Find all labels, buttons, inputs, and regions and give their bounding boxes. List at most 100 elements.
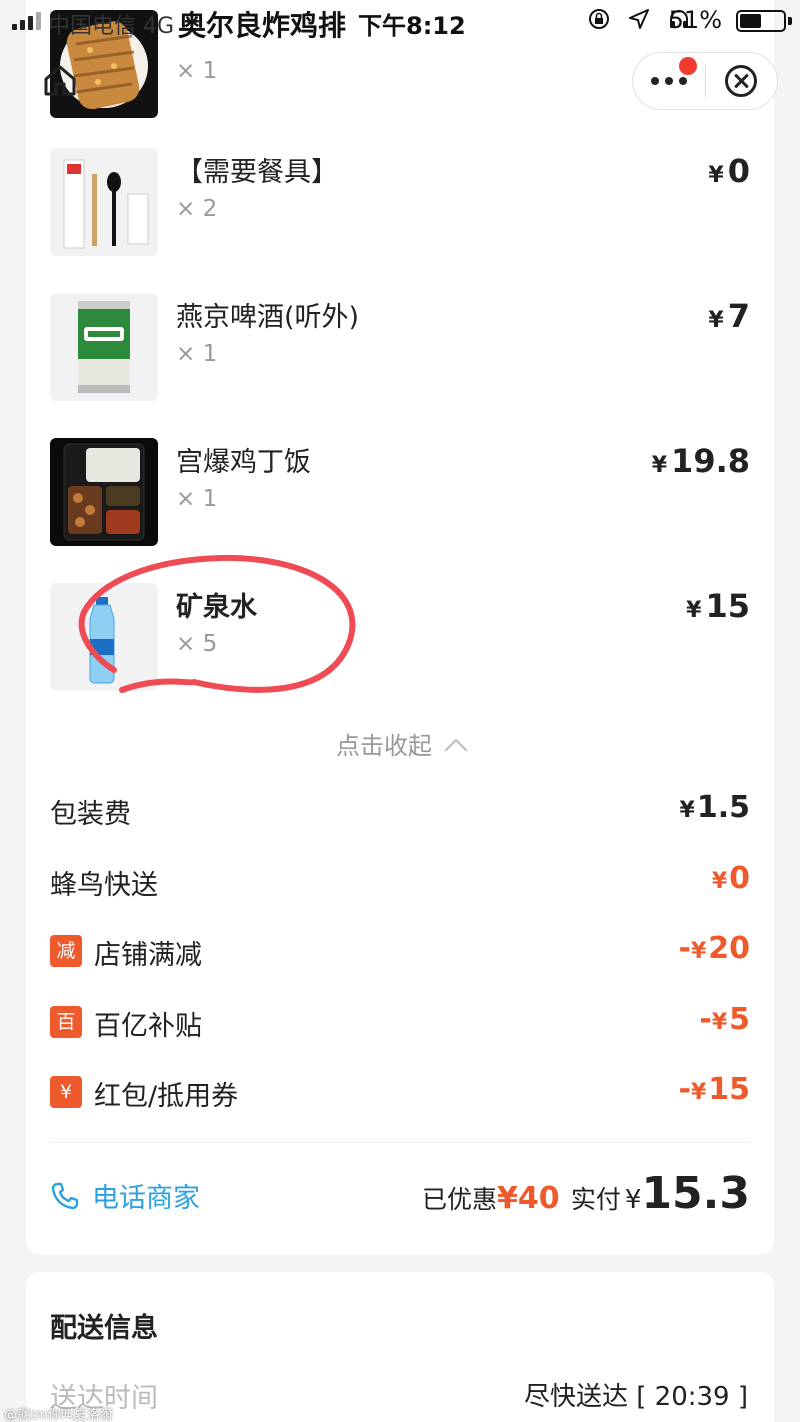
fee-value: -¥15 xyxy=(678,1072,750,1107)
delivery-card: 配送信息 送达时间 尽快送达 [ 20:39 ] xyxy=(26,1272,774,1422)
beer-can-icon xyxy=(78,301,130,393)
subsidy-badge: 百 xyxy=(50,1006,82,1038)
fee-amount: 15 xyxy=(708,1072,750,1107)
item-quantity: × 2 xyxy=(176,196,218,222)
food-thumbnail xyxy=(50,293,158,401)
currency-symbol: ¥ xyxy=(686,598,702,623)
close-circle-icon xyxy=(725,65,758,97)
item-name: 矿泉水 xyxy=(176,592,257,623)
fee-label: 百亿补贴 xyxy=(94,1011,202,1042)
minus-sign: - xyxy=(678,1072,691,1107)
battery-cap xyxy=(788,17,792,25)
saved-label: 已优惠 xyxy=(422,1185,498,1214)
item-name: 宫爆鸡丁饭 xyxy=(176,447,311,478)
order-item: 宫爆鸡丁饭 × 1 ¥19.8 xyxy=(50,438,750,546)
food-thumbnail xyxy=(50,148,158,256)
minus-sign: - xyxy=(678,931,691,966)
watermark: @就tm你叫夏洛爾 xyxy=(4,1408,113,1422)
currency-symbol: ¥ xyxy=(679,798,695,823)
phone-icon xyxy=(51,1182,79,1209)
coupon-badge: ¥ xyxy=(50,1076,82,1108)
more-dots-icon xyxy=(678,77,687,85)
fee-label: 店铺满减 xyxy=(94,940,202,971)
item-price: ¥15 xyxy=(686,587,750,625)
fee-value: ¥0 xyxy=(712,861,750,896)
item-name: 【需要餐具】 xyxy=(176,157,338,188)
item-price-value: 15 xyxy=(705,587,750,625)
collapse-label: 点击收起 xyxy=(336,732,432,760)
item-price: ¥0 xyxy=(708,152,750,190)
status-bar: 中国电信 4G 奥尔良炸鸡排 下午8:12 51% xyxy=(0,0,800,42)
cutlery-icon xyxy=(63,159,149,249)
currency-symbol: ¥ xyxy=(624,1185,642,1215)
fee-row-store-discount: 减 店铺满减 -¥20 xyxy=(50,927,750,977)
item-quantity: × 5 xyxy=(176,631,218,657)
chevron-up-icon xyxy=(444,738,468,762)
mini-program-capsule xyxy=(632,52,778,110)
order-item: 矿泉水 × 5 ¥15 xyxy=(50,583,750,691)
fee-value: ¥1.5 xyxy=(680,790,750,825)
fee-row-delivery: 蜂鸟快送 ¥0 xyxy=(50,857,750,907)
order-item: 【需要餐具】 × 2 ¥0 xyxy=(50,148,750,256)
rice-box-icon xyxy=(63,443,145,541)
savings-summary: 已优惠¥40 xyxy=(422,1180,560,1216)
battery-percent: 51% xyxy=(668,6,722,34)
fee-value: -¥5 xyxy=(699,1002,750,1037)
fee-row-coupon: ¥ 红包/抵用券 -¥15 xyxy=(50,1068,750,1118)
discount-badge: 减 xyxy=(50,935,82,967)
order-item: 燕京啤酒(听外) × 1 ¥7 xyxy=(50,293,750,401)
more-dots-icon xyxy=(664,77,673,85)
call-merchant-label: 电话商家 xyxy=(92,1183,200,1214)
fee-amount: 5 xyxy=(729,1002,750,1037)
currency-symbol: ¥ xyxy=(690,939,707,964)
item-price-value: 19.8 xyxy=(671,442,750,480)
battery-icon xyxy=(736,10,786,32)
order-footer: 电话商家 已优惠¥40 实付 ¥15.3 xyxy=(50,1168,750,1228)
fee-label: 包装费 xyxy=(50,799,131,830)
delivery-time-value: 尽快送达 [ 20:39 ] xyxy=(523,1382,748,1412)
notification-dot xyxy=(679,57,697,75)
water-bottle-icon xyxy=(89,597,115,684)
food-thumbnail xyxy=(50,583,158,691)
fee-label: 蜂鸟快送 xyxy=(50,870,158,901)
minus-sign: - xyxy=(699,1002,712,1037)
item-quantity: × 1 xyxy=(176,58,218,84)
item-quantity: × 1 xyxy=(176,341,218,367)
currency-symbol: ¥ xyxy=(708,308,724,333)
battery-fill xyxy=(740,14,762,28)
delivery-title: 配送信息 xyxy=(50,1313,158,1344)
fee-value: -¥20 xyxy=(678,931,750,966)
currency-symbol: ¥ xyxy=(651,453,668,478)
shop-title: 奥尔良炸鸡排 xyxy=(178,9,347,42)
item-quantity: × 1 xyxy=(176,486,218,512)
item-price-value: 0 xyxy=(727,152,750,190)
currency-symbol: ¥ xyxy=(711,869,728,894)
paid-label: 实付 xyxy=(570,1185,621,1214)
fee-label: 红包/抵用券 xyxy=(94,1081,239,1112)
home-icon xyxy=(44,65,76,96)
signal-icon xyxy=(12,12,41,30)
fee-amount: 1.5 xyxy=(696,790,750,825)
paid-total: 实付 ¥15.3 xyxy=(571,1168,750,1219)
fee-amount: 0 xyxy=(729,861,750,896)
currency-symbol: ¥ xyxy=(690,1080,707,1105)
divider xyxy=(50,1142,750,1143)
more-button[interactable] xyxy=(633,53,705,109)
clock: 下午8:12 xyxy=(358,12,466,40)
item-name: 燕京啤酒(听外) xyxy=(176,302,360,333)
fee-amount: 20 xyxy=(708,931,750,966)
fee-row-subsidy: 百 百亿补贴 -¥5 xyxy=(50,998,750,1048)
home-button[interactable] xyxy=(42,62,78,98)
location-arrow-icon xyxy=(629,9,649,29)
fee-row-packaging: 包装费 ¥1.5 xyxy=(50,786,750,836)
food-thumbnail xyxy=(50,438,158,546)
call-merchant-button[interactable]: 电话商家 xyxy=(50,1176,200,1215)
paid-amount: 15.3 xyxy=(641,1168,750,1219)
collapse-toggle[interactable]: 点击收起 xyxy=(26,726,774,762)
currency-symbol: ¥ xyxy=(708,163,724,188)
close-button[interactable] xyxy=(706,53,778,109)
carrier-label: 中国电信 4G xyxy=(48,14,175,39)
rotation-lock-icon xyxy=(589,9,609,29)
more-dots-icon xyxy=(650,77,659,85)
item-price-value: 7 xyxy=(727,297,750,335)
